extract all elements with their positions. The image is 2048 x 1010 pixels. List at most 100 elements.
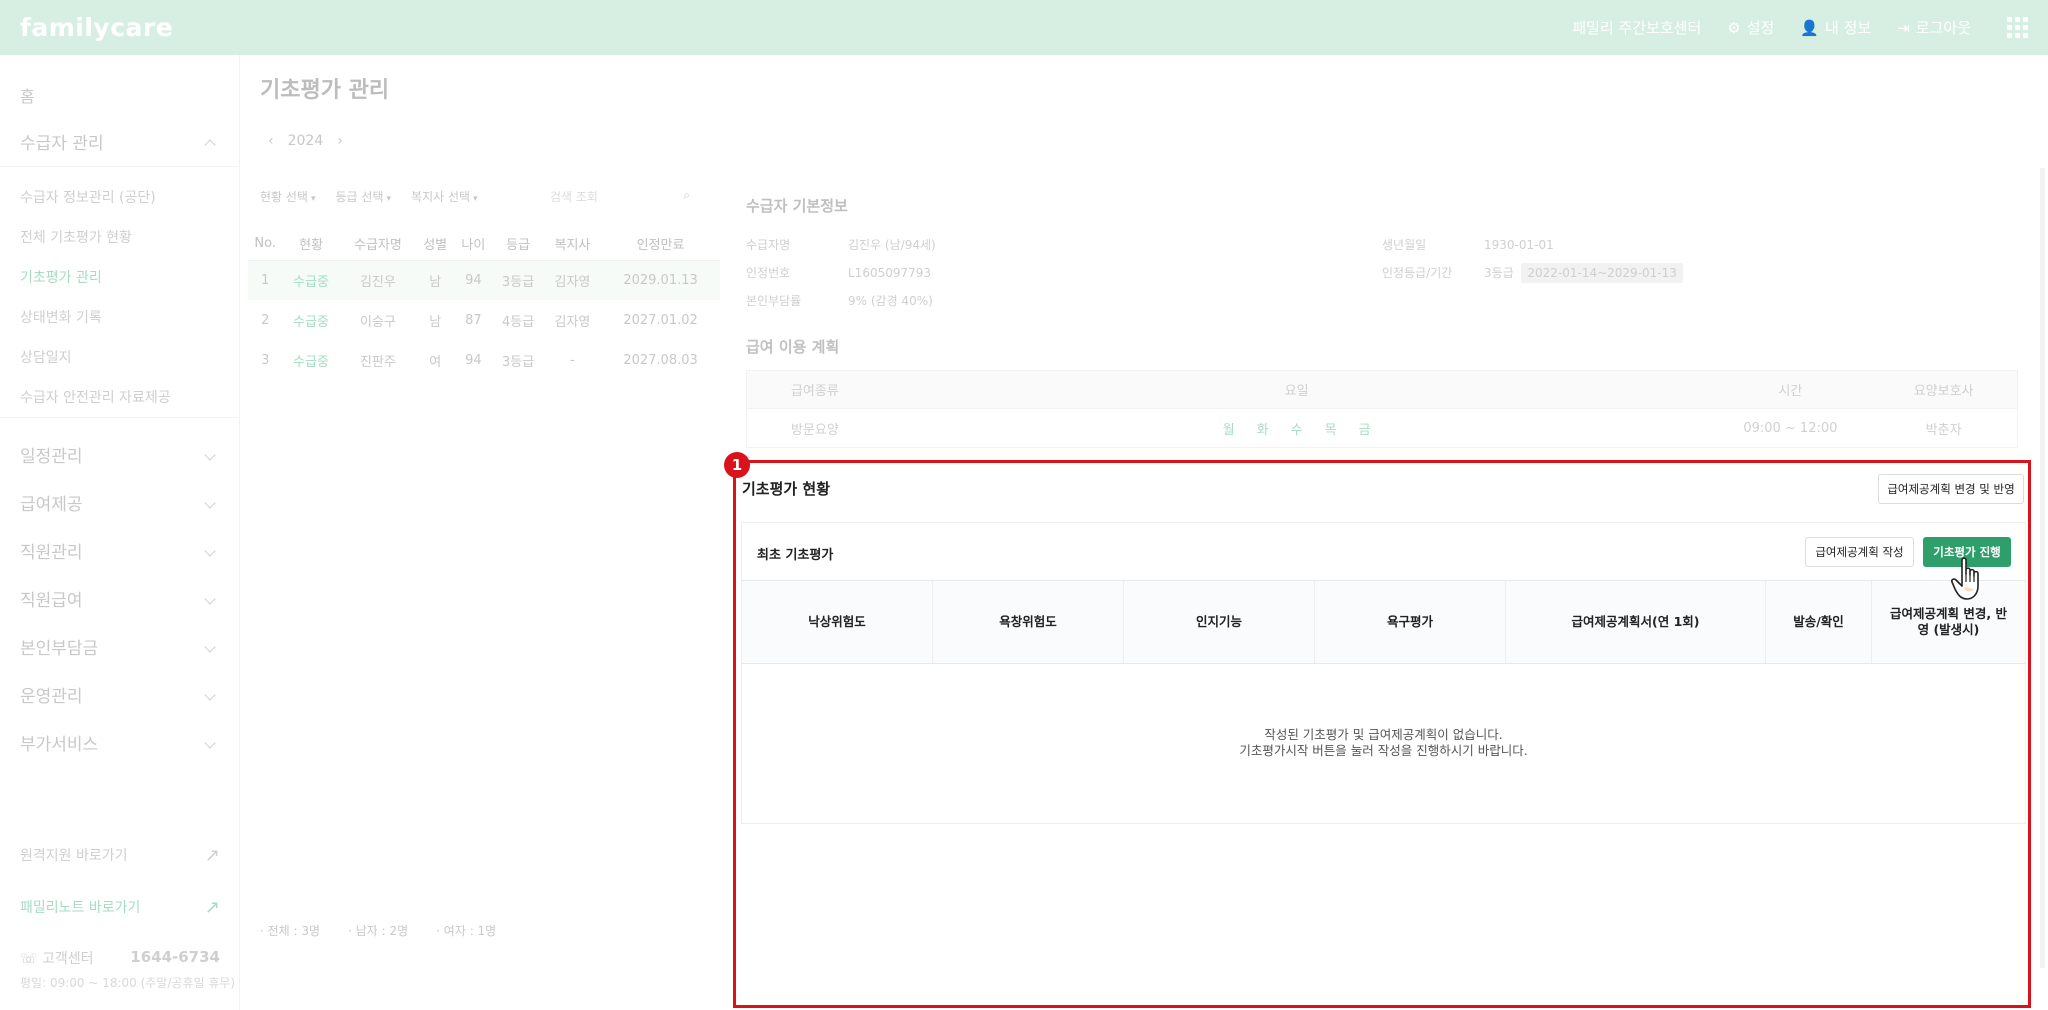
info-cert-no: 인정번호 L1605097793 [746, 266, 932, 280]
plan-table: 급여종류 요일 시간 요양보호사 방문요양 월화수목금 09:00 ~ 12:0… [746, 370, 2018, 448]
customer-hours: 평일: 09:00 ~ 18:00 (주말/공휴일 휴무) [20, 976, 236, 990]
logout-label: 로그아웃 [1915, 19, 1971, 37]
table-header-row: No. 현황 수급자명 성별 나이 등급 복지사 인정만료 [248, 228, 720, 261]
sidebar-group-recipient[interactable]: 수급자 관리 [20, 129, 220, 154]
summary-female: · 여자 : 1명 [436, 924, 497, 938]
phone-icon: ☏ [20, 951, 42, 967]
sidebar-item-eval-manage[interactable]: 기초평가 관리 [20, 267, 102, 287]
info-birth: 생년월일 1930-01-01 [1382, 238, 1554, 252]
hand-cursor-icon [1951, 557, 1979, 600]
sidebar-item-all-eval[interactable]: 전체 기초평가 현황 [20, 227, 132, 247]
initial-eval-title: 최초 기초평가 [757, 548, 834, 563]
plan-header-row: 급여종류 요일 시간 요양보호사 [747, 371, 2017, 409]
sidebar-item-counsel-log[interactable]: 상담일지 [20, 347, 72, 367]
settings-label: 설정 [1746, 19, 1775, 37]
chevron-down-icon [204, 544, 216, 557]
chevron-up-icon [204, 138, 216, 151]
sidebar-item-home[interactable]: 홈 [20, 83, 35, 107]
sidebar-group-schedule[interactable]: 일정관리 [20, 442, 220, 467]
table-row[interactable]: 2 수급중 이승구 남 87 4등급 김자영 2027.01.02 [248, 300, 720, 340]
user-icon: 👤 [1800, 18, 1820, 37]
customer-center-label: 고객센터 [41, 951, 94, 967]
my-info-link[interactable]: 👤 내 정보 [1800, 17, 1871, 38]
plan-days: 월화수목금 [1222, 422, 1371, 438]
social-worker-filter[interactable]: 복지사 선택 ▾ [411, 188, 478, 205]
info-name: 수급자명 김진우 (남/94세) [746, 238, 936, 252]
eval-table-header: 낙상위험도 욕창위험도 인지기능 욕구평가 급여제공계획서(연 1회) 발송/확… [742, 580, 2025, 664]
remote-support-link[interactable]: 원격지원 바로가기 ↗ [20, 845, 220, 866]
summary-total: · 전체 : 3명 [260, 924, 321, 938]
family-note-link[interactable]: 패밀리노트 바로가기 ↗ [20, 897, 220, 918]
empty-line-1: 작성된 기초평가 및 급여제공계획이 없습니다. [1264, 727, 1503, 742]
col-fall-risk: 낙상위험도 [742, 581, 933, 663]
col-status: 현황 [282, 228, 340, 261]
step-badge: 1 [724, 452, 750, 478]
period-badge: 2022-01-14~2029-01-13 [1521, 263, 1683, 283]
logo[interactable]: familycare [20, 13, 173, 42]
chevron-down-icon [204, 496, 216, 509]
col-send-confirm: 발송/확인 [1766, 581, 1872, 663]
logout-icon: ⇥ [1897, 18, 1910, 37]
external-arrow-icon: ↗ [204, 897, 220, 918]
chevron-down-icon [204, 736, 216, 749]
table-row[interactable]: 1 수급중 김진우 남 94 3등급 김자영 2029.01.13 [248, 260, 720, 300]
sidebar-group-label: 직원관리 [20, 543, 83, 563]
col-name: 수급자명 [339, 228, 417, 261]
status-filter[interactable]: 현황 선택 ▾ [260, 188, 316, 205]
next-year-icon[interactable]: › [337, 133, 343, 149]
sidebar-group-operation[interactable]: 운영관리 [20, 682, 220, 707]
chevron-down-icon [204, 688, 216, 701]
col-plan-doc: 급여제공계획서(연 1회) [1506, 581, 1766, 663]
col-no: No. [248, 228, 283, 261]
sidebar-group-extra[interactable]: 부가서비스 [20, 730, 220, 755]
filter-bar: 현황 선택 ▾ 등급 선택 ▾ 복지사 선택 ▾ [260, 188, 478, 205]
top-bar: familycare 패밀리 주간보호센터 ⚙ 설정 👤 내 정보 ⇥ 로그아웃 [0, 0, 2048, 55]
sidebar-group-copay[interactable]: 본인부담금 [20, 634, 220, 659]
search-placeholder: 검색 조회 [550, 190, 598, 204]
search-icon[interactable]: ⌕ [683, 188, 690, 205]
sidebar-group-label: 부가서비스 [20, 735, 99, 755]
sidebar-group-label: 급여제공 [20, 495, 83, 515]
customer-phone: 1644-6734 [130, 948, 220, 966]
col-cognition: 인지기능 [1124, 581, 1315, 663]
sidebar-group-salary[interactable]: 직원급여 [20, 586, 220, 611]
chevron-down-icon [204, 640, 216, 653]
sidebar: 홈 수급자 관리 수급자 정보관리 (공단) 전체 기초평가 현황 기초평가 관… [0, 55, 240, 1010]
eval-section-title: 기초평가 현황 [742, 480, 831, 498]
recipient-info-title: 수급자 기본정보 [746, 197, 848, 215]
my-info-label: 내 정보 [1825, 19, 1872, 37]
sidebar-group-staff[interactable]: 직원관리 [20, 538, 220, 563]
sidebar-group-benefit[interactable]: 급여제공 [20, 490, 220, 515]
external-arrow-icon: ↗ [204, 845, 220, 866]
info-grade: 인정등급/기간 3등급 2022-01-14~2029-01-13 [1382, 263, 1683, 283]
settings-link[interactable]: ⚙ 설정 [1727, 17, 1774, 38]
remote-support-label: 원격지원 바로가기 [20, 848, 128, 864]
initial-eval-card [741, 522, 2026, 824]
sidebar-item-status-change[interactable]: 상태변화 기록 [20, 307, 102, 327]
recipient-table: No. 현황 수급자명 성별 나이 등급 복지사 인정만료 1 수급중 김진우 남 94… [248, 228, 720, 380]
empty-line-2: 기초평가시작 버튼을 눌러 작성을 진행하시기 바랍니다. [1239, 743, 1528, 759]
chevron-down-icon [204, 448, 216, 461]
sidebar-item-recipient-info[interactable]: 수급자 정보관리 (공단) [20, 187, 156, 207]
logout-link[interactable]: ⇥ 로그아웃 [1897, 17, 1971, 38]
info-copay: 본인부담률 9% (감경 40%) [746, 294, 933, 308]
col-pressure-risk: 욕창위험도 [933, 581, 1124, 663]
apps-grid-icon[interactable] [2007, 17, 2028, 38]
sidebar-group-label: 본인부담금 [20, 639, 99, 659]
write-plan-button[interactable]: 급여제공계획 작성 [1805, 537, 1914, 567]
search-input[interactable]: 검색 조회 ⌕ [550, 188, 690, 205]
page-title: 기초평가 관리 [260, 78, 390, 103]
center-name: 패밀리 주간보호센터 [1572, 19, 1702, 37]
list-summary: · 전체 : 3명 · 남자 : 2명 · 여자 : 1명 [260, 922, 496, 939]
col-grade: 등급 [492, 228, 544, 261]
chevron-down-icon [204, 592, 216, 605]
scrollbar[interactable] [2040, 168, 2045, 968]
grade-filter[interactable]: 등급 선택 ▾ [336, 188, 392, 205]
col-expiry: 인정만료 [601, 228, 720, 261]
change-plan-button[interactable]: 급여제공계획 변경 및 반영 [1878, 474, 2024, 504]
table-row[interactable]: 3 수급중 진판주 여 94 3등급 -2027.08.03 [248, 340, 720, 380]
col-plan-change: 급여제공계획 변경, 반영 (발생시) [1890, 606, 2007, 637]
sidebar-item-safety-data[interactable]: 수급자 안전관리 자료제공 [20, 387, 171, 407]
plan-row: 방문요양 월화수목금 09:00 ~ 12:00 박춘자 [790, 420, 1962, 438]
prev-year-icon[interactable]: ‹ [268, 133, 274, 149]
